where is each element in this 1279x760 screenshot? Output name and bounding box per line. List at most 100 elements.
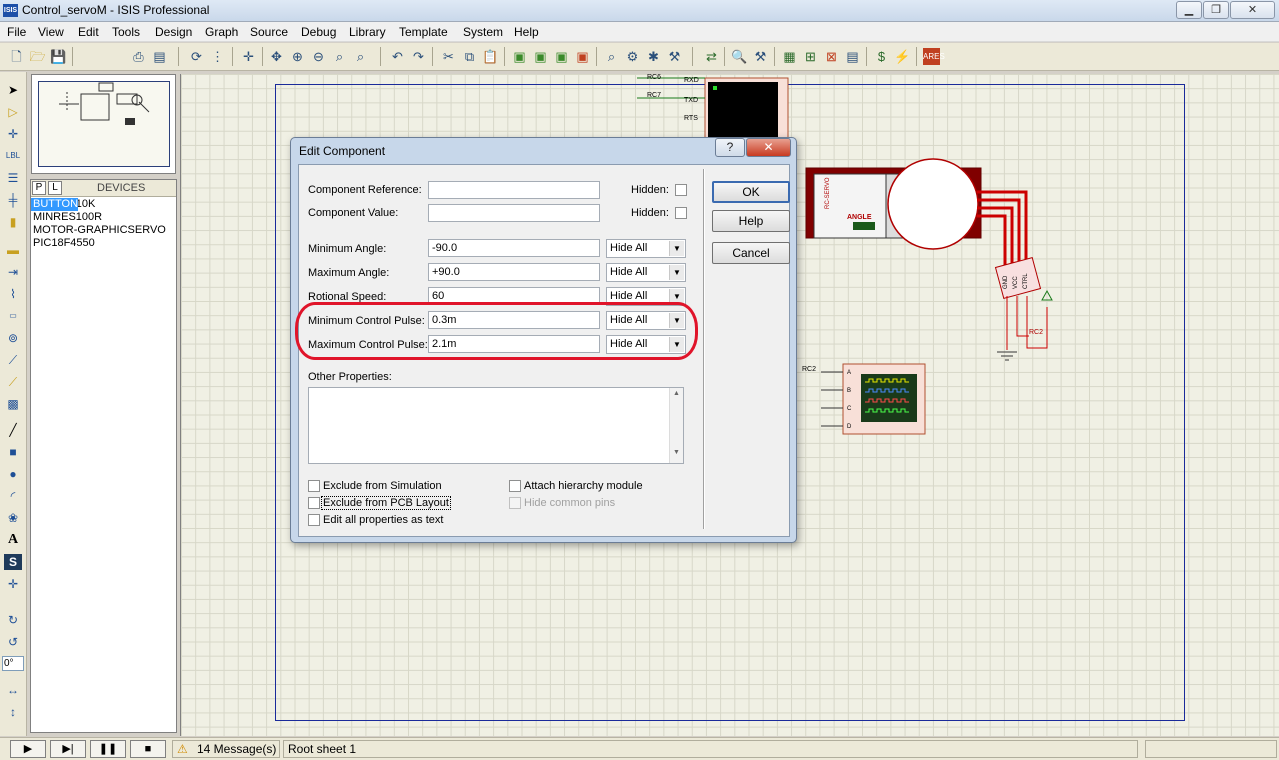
help-button[interactable]: Help <box>712 210 790 232</box>
search-tag-icon[interactable]: 🔍 <box>731 48 748 65</box>
current-probe-icon[interactable]: ⟋ <box>4 374 22 390</box>
stop-button[interactable]: ■ <box>130 740 166 758</box>
text-mode-icon[interactable]: A <box>4 532 22 548</box>
value-hidden-checkbox[interactable] <box>675 207 687 219</box>
circle-mode-icon[interactable]: ● <box>4 466 22 482</box>
minimize-button[interactable]: ▁ <box>1176 1 1202 19</box>
decompose-icon[interactable]: ⚒ <box>666 48 683 65</box>
maximize-button[interactable]: ❐ <box>1203 1 1229 19</box>
copy-icon[interactable]: ⧉ <box>461 48 478 65</box>
electrical-rules-icon[interactable]: ⚡ <box>894 48 911 65</box>
print-area-icon[interactable]: ▤ <box>151 48 168 65</box>
attach-hierarchy-label[interactable]: Attach hierarchy module <box>524 480 643 492</box>
rotation-angle-field[interactable]: 0° <box>2 656 24 671</box>
new-file-icon[interactable]: 🗋 <box>8 48 25 65</box>
cut-icon[interactable]: ✂ <box>440 48 457 65</box>
save-icon[interactable]: 💾 <box>50 48 67 65</box>
property-tool-icon[interactable]: ⚒ <box>752 48 769 65</box>
maximum-angle-visibility-select[interactable]: Hide All ▼ <box>606 263 686 282</box>
line-mode-icon[interactable]: ╱ <box>4 422 22 438</box>
graph-mode-icon[interactable]: ⌇ <box>4 286 22 302</box>
symbol-mode-icon[interactable]: S <box>4 554 22 570</box>
menu-graph[interactable]: Graph <box>205 25 238 39</box>
junction-dot-icon[interactable]: ✛ <box>4 126 22 142</box>
pick-device-icon[interactable]: ⌕ <box>603 48 620 65</box>
marker-mode-icon[interactable]: ✛ <box>4 576 22 592</box>
menu-edit[interactable]: Edit <box>78 25 99 39</box>
dialog-close-button[interactable]: ✕ <box>746 138 791 157</box>
device-pins-icon[interactable]: ⇥ <box>4 264 22 280</box>
print-icon[interactable]: ⎙ <box>130 48 147 65</box>
component-value-field[interactable] <box>428 204 600 222</box>
undo-icon[interactable]: ↶ <box>389 48 406 65</box>
zoom-in-icon[interactable]: ⊕ <box>289 48 306 65</box>
pause-button[interactable]: ❚❚ <box>90 740 126 758</box>
device-item-minres100r[interactable]: MINRES100R <box>31 211 176 224</box>
other-properties-textarea[interactable]: ▲ ▼ <box>308 387 684 464</box>
menu-file[interactable]: File <box>7 25 26 39</box>
play-button[interactable]: ▶ <box>10 740 46 758</box>
step-button[interactable]: ▶| <box>50 740 86 758</box>
open-folder-icon[interactable]: 🗁 <box>29 48 46 65</box>
pan-icon[interactable]: ✥ <box>268 48 285 65</box>
menu-library[interactable]: Library <box>349 25 386 39</box>
component-reference-field[interactable] <box>428 181 600 199</box>
bill-of-materials-icon[interactable]: $ <box>873 48 890 65</box>
refresh-icon[interactable]: ⟳ <box>188 48 205 65</box>
make-device-icon[interactable]: ⚙ <box>624 48 641 65</box>
wire-label-icon[interactable]: LBL <box>4 148 22 164</box>
close-window-button[interactable]: ✕ <box>1230 1 1275 19</box>
mirror-horizontal-icon[interactable]: ↔ <box>4 682 22 698</box>
dialog-help-button[interactable]: ? <box>715 138 745 157</box>
device-item-button[interactable]: BUTTON <box>31 198 79 211</box>
remove-sheet-icon[interactable]: ⊠ <box>823 48 840 65</box>
grid-icon[interactable]: ⋮ <box>209 48 226 65</box>
box-mode-icon[interactable]: ■ <box>4 444 22 460</box>
edit-all-text-checkbox[interactable] <box>308 514 320 526</box>
overview-window[interactable] <box>31 74 176 174</box>
servo-motor[interactable]: ANGLE RC-SERVO GND VCC CTRL RC2 <box>805 158 1053 361</box>
path-mode-icon[interactable]: ❀ <box>4 510 22 526</box>
oscilloscope[interactable]: RC2 A B C D <box>802 363 926 435</box>
package-tool-icon[interactable]: ✱ <box>645 48 662 65</box>
zoom-area-icon[interactable]: ⌕ <box>352 48 369 65</box>
block-delete-icon[interactable]: ▣ <box>574 48 591 65</box>
subcircuit-icon[interactable]: ▮ <box>4 214 22 230</box>
wire-autorouter-icon[interactable]: ⇄ <box>703 48 720 65</box>
menu-debug[interactable]: Debug <box>301 25 336 39</box>
minimum-angle-visibility-select[interactable]: Hide All ▼ <box>606 239 686 258</box>
virtual-instruments-icon[interactable]: ▩ <box>4 396 22 412</box>
block-move-icon[interactable]: ▣ <box>532 48 549 65</box>
menu-help[interactable]: Help <box>514 25 539 39</box>
add-sheet-icon[interactable]: ⊞ <box>802 48 819 65</box>
zoom-all-icon[interactable]: ⌕ <box>331 48 348 65</box>
attach-hierarchy-checkbox[interactable] <box>509 480 521 492</box>
menu-design[interactable]: Design <box>155 25 192 39</box>
new-sheet-icon[interactable]: ▦ <box>781 48 798 65</box>
minimum-angle-field[interactable]: -90.0 <box>428 239 600 257</box>
generator-icon[interactable]: ⊚ <box>4 330 22 346</box>
device-item-pic18f4550[interactable]: PIC18F4550 <box>31 237 176 250</box>
redo-icon[interactable]: ↷ <box>410 48 427 65</box>
exclude-simulation-checkbox[interactable] <box>308 480 320 492</box>
mirror-vertical-icon[interactable]: ↕ <box>4 704 22 720</box>
buses-icon[interactable]: ╪ <box>4 192 22 208</box>
menu-system[interactable]: System <box>463 25 503 39</box>
rotate-clockwise-icon[interactable]: ↻ <box>4 612 22 628</box>
exclude-pcb-label[interactable]: Exclude from PCB Layout <box>321 496 451 510</box>
edit-all-text-label[interactable]: Edit all properties as text <box>323 514 443 526</box>
origin-icon[interactable]: ✛ <box>240 48 257 65</box>
terminals-icon[interactable]: ▬ <box>4 242 22 258</box>
voltage-probe-icon[interactable]: ⟋ <box>4 352 22 368</box>
component-mode-icon[interactable]: ▷ <box>4 104 22 120</box>
ares-netlist-icon[interactable]: ARES <box>923 48 945 65</box>
exclude-pcb-checkbox[interactable] <box>308 497 320 509</box>
menu-source[interactable]: Source <box>250 25 288 39</box>
arc-mode-icon[interactable]: ◜ <box>4 488 22 504</box>
block-rotate-icon[interactable]: ▣ <box>553 48 570 65</box>
zoom-out-icon[interactable]: ⊖ <box>310 48 327 65</box>
exit-parent-icon[interactable]: ▤ <box>844 48 861 65</box>
reference-hidden-checkbox[interactable] <box>675 184 687 196</box>
exclude-simulation-label[interactable]: Exclude from Simulation <box>323 480 442 492</box>
rotate-anticlockwise-icon[interactable]: ↺ <box>4 634 22 650</box>
